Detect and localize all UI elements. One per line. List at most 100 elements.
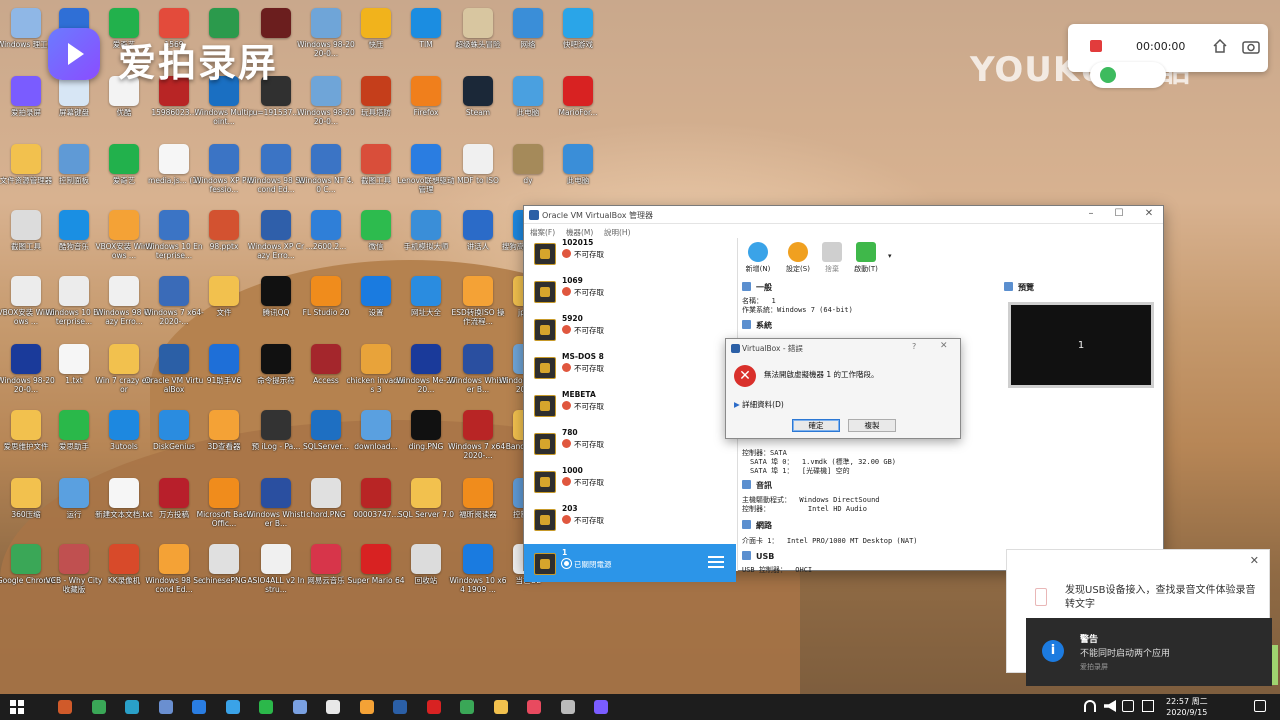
desktop-icon[interactable]: SQL Server 7.0 xyxy=(396,474,456,540)
desktop-icon[interactable]: 此电脑 xyxy=(548,140,608,206)
desktop-icon[interactable]: Windows XP Professio... xyxy=(194,140,254,206)
desktop-icon[interactable]: Firefox xyxy=(396,72,456,138)
volume-icon[interactable] xyxy=(1104,700,1116,712)
taskbar-app-icon[interactable] xyxy=(527,700,541,714)
desktop-icon[interactable]: 文件 xyxy=(194,272,254,338)
taskbar-app-icon[interactable] xyxy=(225,700,240,714)
app-icon xyxy=(563,8,593,38)
discard-arrow-icon xyxy=(822,242,842,262)
desktop-icon[interactable]: chinesePNG xyxy=(194,540,254,606)
warning-toast[interactable]: i 警告 不能同时启动两个应用 爱拍录屏 xyxy=(1026,618,1272,686)
desktop-icon[interactable]: ding.PNG xyxy=(396,406,456,472)
section-general[interactable]: 一般 xyxy=(742,282,772,293)
app-icon xyxy=(109,410,139,440)
desktop-icon[interactable]: 3D查看器 xyxy=(194,406,254,472)
taskbar-app-icon[interactable] xyxy=(58,700,72,714)
vm-list-item[interactable]: 102015 不可存取 xyxy=(524,234,736,272)
section-system[interactable]: 系統 xyxy=(742,320,772,331)
notification-center-icon[interactable] xyxy=(1254,700,1266,712)
app-icon xyxy=(109,344,139,374)
maximize-button[interactable]: ☐ xyxy=(1104,208,1134,219)
taskbar-app-icon[interactable] xyxy=(460,700,474,714)
minimize-button[interactable]: – xyxy=(1076,208,1106,219)
vm-list-item[interactable]: 1 已關閉電源 xyxy=(524,544,736,582)
close-icon[interactable]: ✕ xyxy=(1250,554,1259,567)
desktop-icon[interactable]: MarioFor... xyxy=(548,72,608,138)
section-usb[interactable]: USB xyxy=(742,551,774,561)
desktop-icon[interactable]: Lenovo联想驱动管理 xyxy=(396,140,456,206)
app-icon xyxy=(159,478,189,508)
desktop-icon[interactable]: 98.pptx xyxy=(194,206,254,272)
taskbar-app-icon[interactable] xyxy=(560,700,575,714)
desktop-icon[interactable]: Microsoft BackOffic... xyxy=(194,474,254,540)
battery-icon[interactable] xyxy=(1122,700,1134,712)
desktop-icon-label: Microsoft BackOffic... xyxy=(196,510,252,528)
desktop-icon-label: 文件 xyxy=(216,308,232,317)
vm-name: 1 xyxy=(562,548,568,557)
taskbar-app-icon[interactable] xyxy=(493,700,508,714)
section-audio[interactable]: 音訊 xyxy=(742,480,772,491)
help-button[interactable]: ? xyxy=(912,342,916,351)
app-icon xyxy=(11,544,41,574)
screenshot-camera-icon[interactable] xyxy=(1242,38,1260,54)
taskbar-app-icon[interactable] xyxy=(594,700,608,714)
copy-button[interactable]: 複製 xyxy=(848,419,896,432)
taskbar-app-icon[interactable] xyxy=(393,700,407,714)
vm-list-item[interactable]: 1000 不可存取 xyxy=(524,462,736,500)
taskbar-app-icon[interactable] xyxy=(426,700,441,714)
wifi-icon[interactable] xyxy=(1084,700,1096,712)
home-icon[interactable] xyxy=(1212,38,1228,54)
app-icon xyxy=(463,544,493,574)
desktop-icon[interactable]: Windows Me-2020... xyxy=(396,340,456,406)
app-icon xyxy=(361,544,391,574)
input-method-icon[interactable] xyxy=(1142,700,1154,712)
vm-list-item[interactable]: MS-DOS 8 不可存取 xyxy=(524,348,736,386)
taskbar-app-icon[interactable] xyxy=(125,700,139,714)
section-network[interactable]: 網路 xyxy=(742,520,772,531)
section-preview[interactable]: 預覽 xyxy=(1004,282,1034,293)
recorder-status-bubble[interactable] xyxy=(1090,62,1166,88)
window-titlebar[interactable]: Oracle VM VirtualBox 管理器 – ☐ ✕ xyxy=(524,206,1163,224)
expand-arrow-icon: ▶ xyxy=(734,400,740,409)
details-toggle[interactable]: ▶ 詳細資料(D) xyxy=(734,399,784,410)
dialog-close-button[interactable]: ✕ xyxy=(940,341,948,351)
taskbar-app-icon[interactable] xyxy=(359,700,374,714)
vm-list-item[interactable]: 203 不可存取 xyxy=(524,500,736,538)
desktop-icon[interactable]: TIM xyxy=(396,4,456,70)
discard-button[interactable]: 捨棄 xyxy=(814,242,850,274)
app-icon xyxy=(209,276,239,306)
desktop-icon[interactable]: 回收站 xyxy=(396,540,456,606)
desktop-icon[interactable]: 快吧游戏 xyxy=(548,4,608,70)
start-dropdown-icon[interactable]: ▾ xyxy=(888,252,892,260)
taskbar-app-icon[interactable] xyxy=(326,700,340,714)
app-icon xyxy=(463,76,493,106)
taskbar-app-icon[interactable] xyxy=(259,700,273,714)
desktop-icon[interactable]: 网址大全 xyxy=(396,272,456,338)
desktop-icon[interactable]: 91助手V6 xyxy=(194,340,254,406)
windows-start-icon[interactable] xyxy=(10,700,24,714)
desktop-icon-label: Windows XP Professio... xyxy=(194,176,254,194)
vm-menu-icon[interactable] xyxy=(708,556,724,568)
desktop-icon[interactable]: 手机模拟大师 xyxy=(396,206,456,272)
taskbar-app-icon[interactable] xyxy=(158,700,173,714)
vm-list-item[interactable]: 5920 不可存取 xyxy=(524,310,736,348)
vm-list-item[interactable]: 1069 不可存取 xyxy=(524,272,736,310)
taskbar-app-icon[interactable] xyxy=(192,700,206,714)
settings-button[interactable]: 設定(S) xyxy=(780,242,816,274)
app-icon xyxy=(463,478,493,508)
taskbar-app-icon[interactable] xyxy=(292,700,307,714)
vm-list-item[interactable]: MEBETA 不可存取 xyxy=(524,386,736,424)
status-icon xyxy=(562,515,571,524)
start-button[interactable]: 啟動(T) xyxy=(848,242,884,274)
close-button[interactable]: ✕ xyxy=(1134,208,1164,219)
app-icon xyxy=(411,544,441,574)
desktop-icon-label: 91助手V6 xyxy=(206,376,242,385)
new-button[interactable]: 新增(N) xyxy=(740,242,776,274)
preview-screen: 1 xyxy=(1008,302,1154,388)
stop-record-button[interactable] xyxy=(1090,40,1102,52)
vm-list-item[interactable]: 780 不可存取 xyxy=(524,424,736,462)
error-icon: ✕ xyxy=(734,365,756,387)
ok-button[interactable]: 確定 xyxy=(792,419,840,432)
taskbar-app-icon[interactable] xyxy=(91,700,106,714)
taskbar-clock[interactable]: 22:57 周二 2020/9/15 xyxy=(1166,696,1208,718)
